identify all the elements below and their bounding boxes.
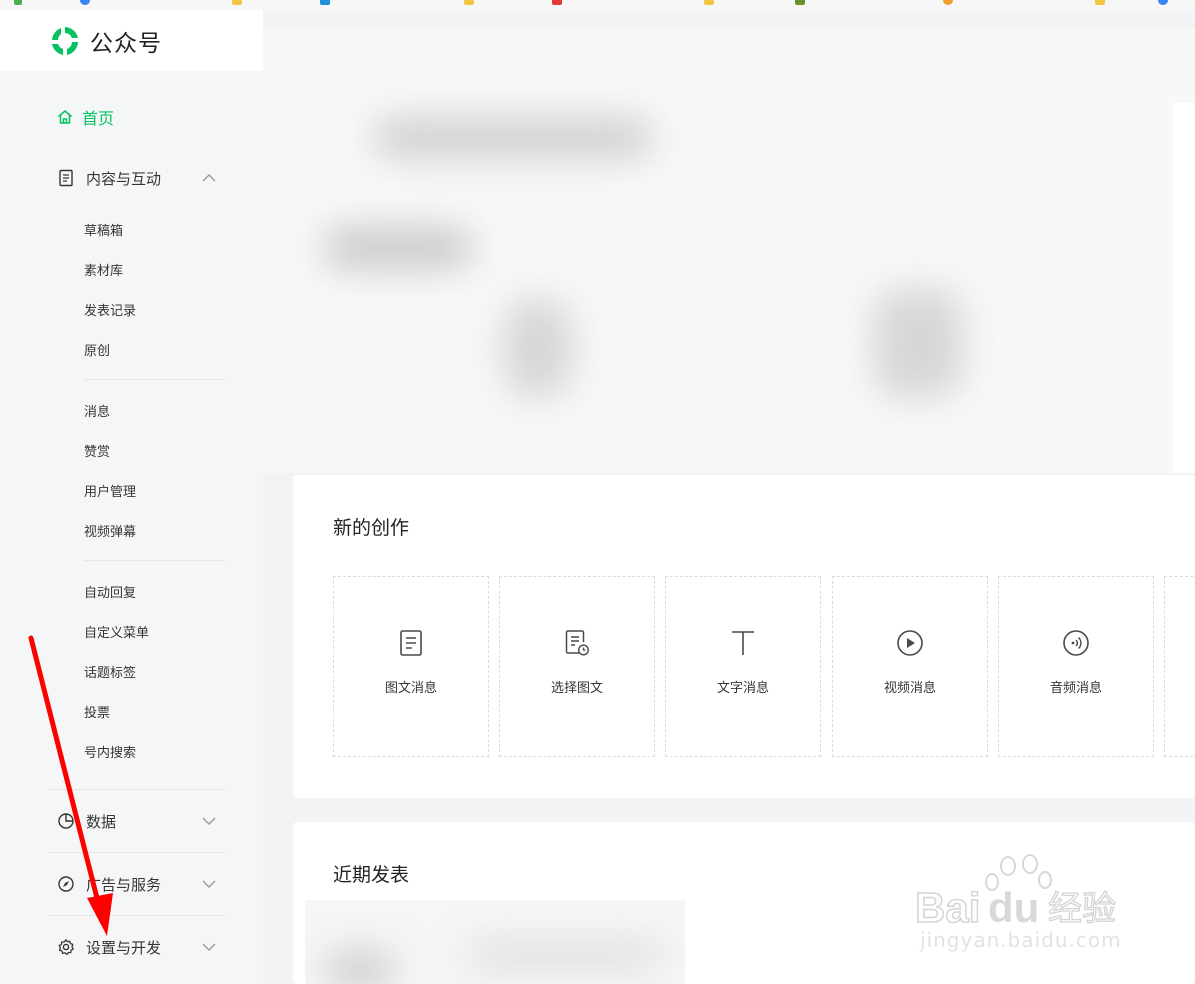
recent-posts-title: 近期发表 bbox=[333, 864, 410, 886]
blurred-content bbox=[873, 288, 963, 398]
sidebar-item-auto-reply[interactable]: 自动回复 bbox=[84, 582, 136, 601]
new-creation-title: 新的创作 bbox=[333, 517, 410, 539]
sidebar-item-rewards[interactable]: 赞赏 bbox=[84, 441, 110, 460]
article-clock-icon bbox=[563, 629, 591, 657]
bookmark-folder-icon[interactable] bbox=[1095, 0, 1105, 5]
sidebar-group-label: 数据 bbox=[86, 812, 117, 831]
sidebar: 首页 内容与互动 草稿箱 素材库 发表记录 原创 消息 赞赏 用户管理 视频弹幕… bbox=[0, 71, 263, 984]
compass-icon bbox=[57, 875, 75, 893]
play-icon bbox=[896, 629, 924, 657]
sidebar-group-data[interactable]: 数据 bbox=[48, 790, 225, 852]
chevron-down-icon[interactable] bbox=[201, 876, 217, 892]
tile-label: 视频消息 bbox=[883, 681, 936, 696]
sidebar-item-original[interactable]: 原创 bbox=[84, 340, 110, 359]
chevron-down-icon[interactable] bbox=[201, 813, 217, 829]
audio-message-tile[interactable]: 音频消息 bbox=[998, 576, 1154, 757]
sidebar-group-label: 内容与互动 bbox=[86, 169, 162, 188]
bookmark-folder-icon[interactable] bbox=[704, 0, 714, 5]
sidebar-item-topic-tags[interactable]: 话题标签 bbox=[84, 662, 136, 681]
divider bbox=[84, 379, 225, 380]
article-icon bbox=[397, 629, 425, 657]
tile-label: 音频消息 bbox=[1049, 681, 1102, 696]
sidebar-item-messages[interactable]: 消息 bbox=[84, 401, 110, 420]
sidebar-group-settings[interactable]: 设置与开发 bbox=[48, 916, 225, 978]
pie-chart-icon bbox=[57, 812, 75, 830]
sidebar-item-label: 首页 bbox=[82, 109, 115, 128]
select-article-tile[interactable]: 选择图文 bbox=[499, 576, 655, 757]
bookmark-apps-icon[interactable] bbox=[14, 0, 22, 5]
tile-label: 选择图文 bbox=[550, 681, 603, 696]
divider bbox=[84, 560, 225, 561]
bookmark-item[interactable] bbox=[795, 0, 805, 5]
watermark-site: jingyan.baidu.com bbox=[920, 928, 1122, 952]
logo-header: 公众号 bbox=[0, 10, 263, 71]
audio-icon bbox=[1062, 629, 1090, 657]
create-article-tile[interactable]: 图文消息 bbox=[333, 576, 489, 757]
sidebar-item-custom-menu[interactable]: 自定义菜单 bbox=[84, 622, 149, 641]
recent-posts-card: 近期发表 bbox=[293, 822, 1195, 984]
blurred-content bbox=[323, 228, 473, 268]
video-message-tile[interactable]: 视频消息 bbox=[832, 576, 988, 757]
blurred-edge bbox=[1173, 103, 1195, 473]
sidebar-group-ads[interactable]: 广告与服务 bbox=[48, 853, 225, 915]
bookmark-item[interactable] bbox=[1158, 0, 1168, 5]
blurred-content bbox=[465, 940, 665, 970]
bookmark-item[interactable] bbox=[552, 0, 562, 5]
sidebar-group-label: 广告与服务 bbox=[86, 875, 162, 894]
chevron-down-icon[interactable] bbox=[201, 939, 217, 955]
sidebar-item-video-danmaku[interactable]: 视频弹幕 bbox=[84, 521, 136, 540]
blurred-content bbox=[325, 950, 395, 984]
sidebar-item-user-management[interactable]: 用户管理 bbox=[84, 481, 136, 500]
bookmark-item[interactable] bbox=[80, 0, 90, 5]
wechat-official-logo-icon[interactable] bbox=[48, 24, 82, 58]
home-icon bbox=[58, 110, 72, 124]
sidebar-item-publish-records[interactable]: 发表记录 bbox=[84, 300, 136, 319]
sidebar-item-home[interactable]: 首页 bbox=[56, 105, 114, 129]
text-icon bbox=[729, 629, 757, 657]
bookmark-item[interactable] bbox=[943, 0, 953, 5]
tile-label: 文字消息 bbox=[716, 681, 769, 696]
new-creation-card: 新的创作 图文消息 选择图文 文字消息 视频消息 音频消息 bbox=[293, 475, 1195, 798]
document-icon bbox=[57, 169, 75, 187]
sidebar-item-materials[interactable]: 素材库 bbox=[84, 260, 123, 279]
sidebar-group-label: 设置与开发 bbox=[86, 938, 162, 957]
sidebar-item-vote[interactable]: 投票 bbox=[84, 702, 110, 721]
bookmark-item[interactable] bbox=[320, 0, 330, 5]
bookmark-folder-icon[interactable] bbox=[232, 0, 242, 5]
sidebar-item-in-account-search[interactable]: 号内搜索 bbox=[84, 742, 136, 761]
gear-icon bbox=[57, 938, 75, 956]
blurred-content bbox=[373, 118, 653, 158]
bookmark-folder-icon[interactable] bbox=[464, 0, 474, 5]
text-message-tile[interactable]: 文字消息 bbox=[665, 576, 821, 757]
blurred-account-overview bbox=[263, 28, 1195, 473]
chevron-up-icon[interactable] bbox=[201, 170, 217, 186]
blurred-recent-post bbox=[305, 900, 685, 984]
bookmark-bar bbox=[0, 0, 1195, 10]
more-tile-partial[interactable] bbox=[1164, 576, 1195, 757]
blurred-content bbox=[503, 298, 573, 398]
logo-text: 公众号 bbox=[90, 30, 162, 57]
sidebar-group-content[interactable]: 内容与互动 bbox=[48, 147, 225, 209]
tile-label: 图文消息 bbox=[384, 681, 437, 696]
sidebar-item-drafts[interactable]: 草稿箱 bbox=[84, 220, 123, 239]
